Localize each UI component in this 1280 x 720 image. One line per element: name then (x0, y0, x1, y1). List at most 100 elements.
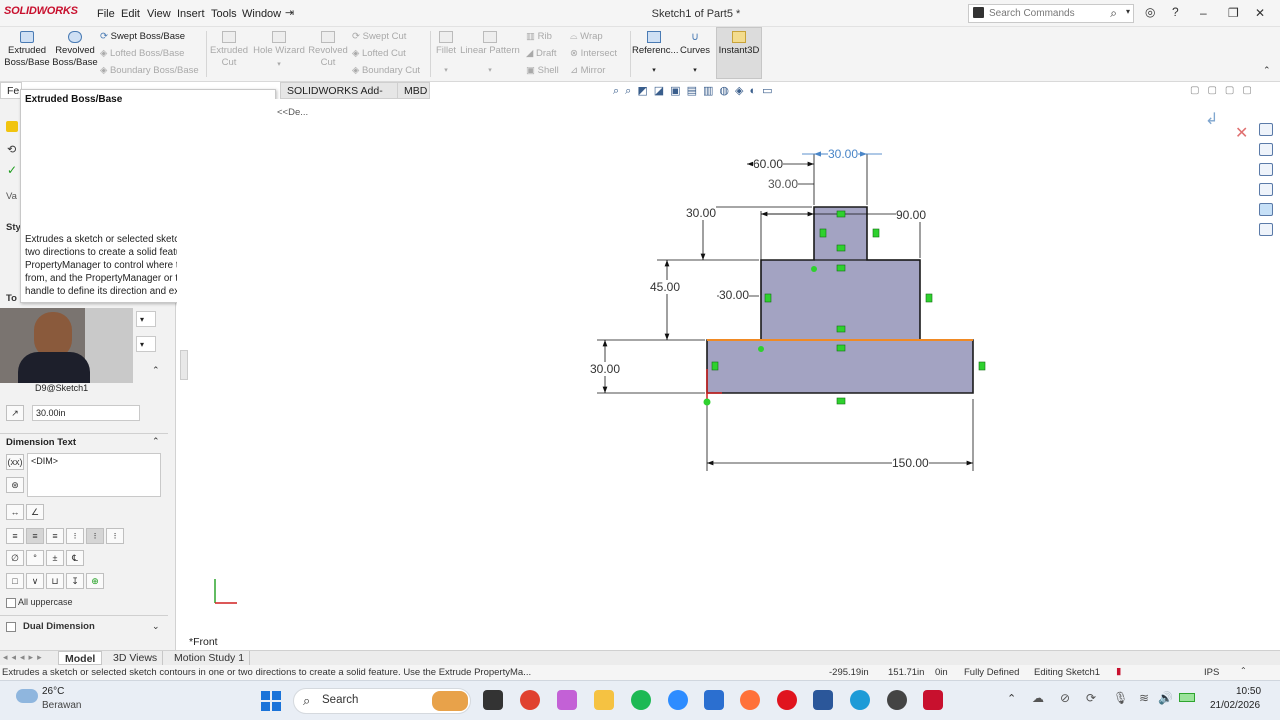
dimension-name-field[interactable]: D9@Sketch1 (32, 381, 158, 397)
tab-solidworks-addins[interactable]: SOLIDWORKS Add-Ins (280, 82, 398, 109)
hide-show-icon[interactable]: ◍ (719, 85, 735, 97)
expand-section-icon[interactable]: ⌄ (152, 621, 160, 632)
align-middle-icon[interactable]: ⁝ (86, 528, 104, 544)
boundary-cut-button[interactable]: ◈ Boundary Cut (352, 65, 420, 76)
chevron-down-icon[interactable]: ▾ (678, 65, 712, 77)
justify-center-icon[interactable]: ≡ (26, 528, 44, 544)
zoom-area-icon[interactable]: ⌕ (625, 85, 637, 97)
mirror-button[interactable]: ⊿ Mirror (570, 65, 605, 76)
dimension-60[interactable]: 60.00 (753, 157, 784, 171)
unit-system[interactable]: IPS (1204, 667, 1219, 678)
firefox-icon[interactable] (740, 690, 760, 710)
counterbore-symbol-icon[interactable]: ⊔ (46, 573, 64, 589)
file-explorer-icon[interactable] (594, 690, 614, 710)
weather-desc[interactable]: Berawan (42, 700, 81, 711)
view-palette-icon[interactable] (1259, 183, 1273, 196)
fillet-button[interactable]: Fillet ▾ (433, 31, 459, 77)
clock-time[interactable]: 10:50 (1236, 686, 1261, 697)
shell-button[interactable]: ▣ Shell (526, 65, 559, 76)
align-top-icon[interactable]: ⁝ (66, 528, 84, 544)
volume-icon[interactable]: 🔊 (1158, 691, 1173, 705)
store-icon[interactable] (704, 690, 724, 710)
dimension-90[interactable]: 90.00 (896, 208, 927, 222)
weather-temp[interactable]: 26°C (42, 686, 64, 697)
restore-icon[interactable]: ❐ (1228, 6, 1239, 20)
dual-dimension-checkbox[interactable] (6, 622, 16, 632)
show-hidden-icons[interactable]: ⌃ (1007, 692, 1016, 705)
dimension-value-input[interactable]: 30.00in (32, 405, 140, 421)
word-icon[interactable] (813, 690, 833, 710)
section-view-icon[interactable]: ◪ (654, 85, 670, 97)
panel-splitter[interactable] (180, 350, 188, 380)
arrow-icon[interactable]: ↗ (6, 405, 24, 421)
solidworks-taskbar-icon[interactable] (923, 690, 943, 710)
help-icon[interactable]: ? (1172, 5, 1179, 19)
tab-scroll-arrows[interactable]: ◂◂◂▸▸ (3, 652, 46, 663)
dynamic-annotation-icon[interactable]: ▣ (670, 85, 686, 97)
folder-icon[interactable] (1259, 163, 1273, 176)
previous-view-icon[interactable]: ◩ (637, 85, 653, 97)
degree-symbol-icon[interactable]: ° (26, 550, 44, 566)
reference-geometry-button[interactable]: Referenc... ▾ (632, 31, 678, 77)
onedrive-icon[interactable]: ☁ (1032, 691, 1044, 705)
precision-select[interactable]: ▾ (136, 336, 156, 352)
task-view-icon[interactable] (483, 690, 503, 710)
justify-right-icon[interactable]: ≡ (46, 528, 64, 544)
chevron-down-icon[interactable]: ▾ (433, 65, 459, 77)
extruded-cut-button[interactable]: Extruded Cut (208, 31, 250, 69)
custom-properties-icon[interactable] (1259, 223, 1273, 236)
text-angle-icon[interactable]: ∠ (26, 504, 44, 520)
hole-wizard-button[interactable]: Hole Wizard ▾ (252, 31, 306, 71)
lofted-boss-button[interactable]: ◈ Lofted Boss/Base (100, 48, 184, 59)
dimension-30-mid[interactable]: 30.00 (719, 288, 750, 302)
magnifier-icon[interactable]: ⌕ (1110, 6, 1117, 21)
view-orientation-icon[interactable]: ▤ (687, 85, 703, 97)
dimension-30-bottom[interactable]: 30.00 (590, 362, 621, 376)
windows-start-icon[interactable] (261, 691, 281, 711)
text-horizontal-icon[interactable]: ↔ (6, 504, 24, 520)
battery-icon[interactable] (1179, 693, 1195, 702)
dimension-30-selected[interactable]: 30.00 (828, 147, 859, 161)
dimension-30-left[interactable]: 30.00 (686, 206, 717, 220)
microphone-icon[interactable]: 🎙 (1113, 691, 1128, 705)
swept-cut-button[interactable]: ⟳ Swept Cut (352, 31, 406, 42)
wrap-button[interactable]: ⌓ Wrap (570, 31, 603, 42)
dimension-30-top[interactable]: 30.00 (768, 177, 799, 191)
wifi-icon[interactable]: ≋ (1139, 691, 1149, 705)
opera-icon[interactable] (777, 690, 797, 710)
intersect-button[interactable]: ⊗ Intersect (570, 48, 617, 59)
curves-button[interactable]: ∪ Curves ▾ (678, 31, 712, 77)
justify-left-icon[interactable]: ≡ (6, 528, 24, 544)
more-symbols-icon[interactable]: ⊕ (86, 573, 104, 589)
zoom-icon[interactable] (668, 690, 688, 710)
chevron-down-icon[interactable]: ▾ (632, 65, 676, 77)
taskbar-search-box[interactable]: ⌕ Search (293, 688, 471, 714)
rebuild-icon[interactable]: ⟲ (7, 143, 16, 156)
network-off-icon[interactable]: ⊘ (1060, 691, 1070, 705)
chrome-icon[interactable] (520, 690, 540, 710)
plus-minus-symbol-icon[interactable]: ± (46, 550, 64, 566)
linear-pattern-button[interactable]: Linear Pattern ▾ (460, 31, 520, 77)
unit-menu-icon[interactable]: ⌃ (1240, 666, 1247, 675)
github-icon[interactable] (887, 690, 907, 710)
rib-button[interactable]: ▥ Rib (526, 31, 552, 42)
user-icon[interactable]: ◎ (1145, 5, 1155, 19)
clock-date[interactable]: 21/02/2026 (1210, 700, 1260, 711)
viewport-controls[interactable]: ▢▢▢▢ (1190, 85, 1260, 96)
dimension-text-box[interactable]: <DIM> (27, 453, 161, 497)
sync-icon[interactable]: ⟳ (1086, 691, 1096, 705)
close-icon[interactable]: ✕ (1255, 6, 1265, 20)
minimize-icon[interactable]: – (1200, 6, 1207, 20)
collapse-section-icon[interactable]: ⌃ (152, 436, 160, 447)
centerline-symbol-icon[interactable]: ℄ (66, 550, 84, 566)
search-commands-input[interactable]: Search Commands ⌕ ▾ (968, 4, 1134, 23)
tab-features[interactable]: Fe (0, 82, 22, 99)
extruded-boss-button[interactable]: Extruded Boss/Base (4, 31, 50, 69)
spotify-icon[interactable] (631, 690, 651, 710)
draft-button[interactable]: ◢ Draft (526, 48, 557, 59)
square-symbol-icon[interactable]: □ (6, 573, 24, 589)
home-icon[interactable] (1259, 123, 1273, 136)
lofted-cut-button[interactable]: ◈ Lofted Cut (352, 48, 406, 59)
all-uppercase-checkbox[interactable] (6, 598, 16, 608)
boundary-boss-button[interactable]: ◈ Boundary Boss/Base (100, 65, 199, 76)
